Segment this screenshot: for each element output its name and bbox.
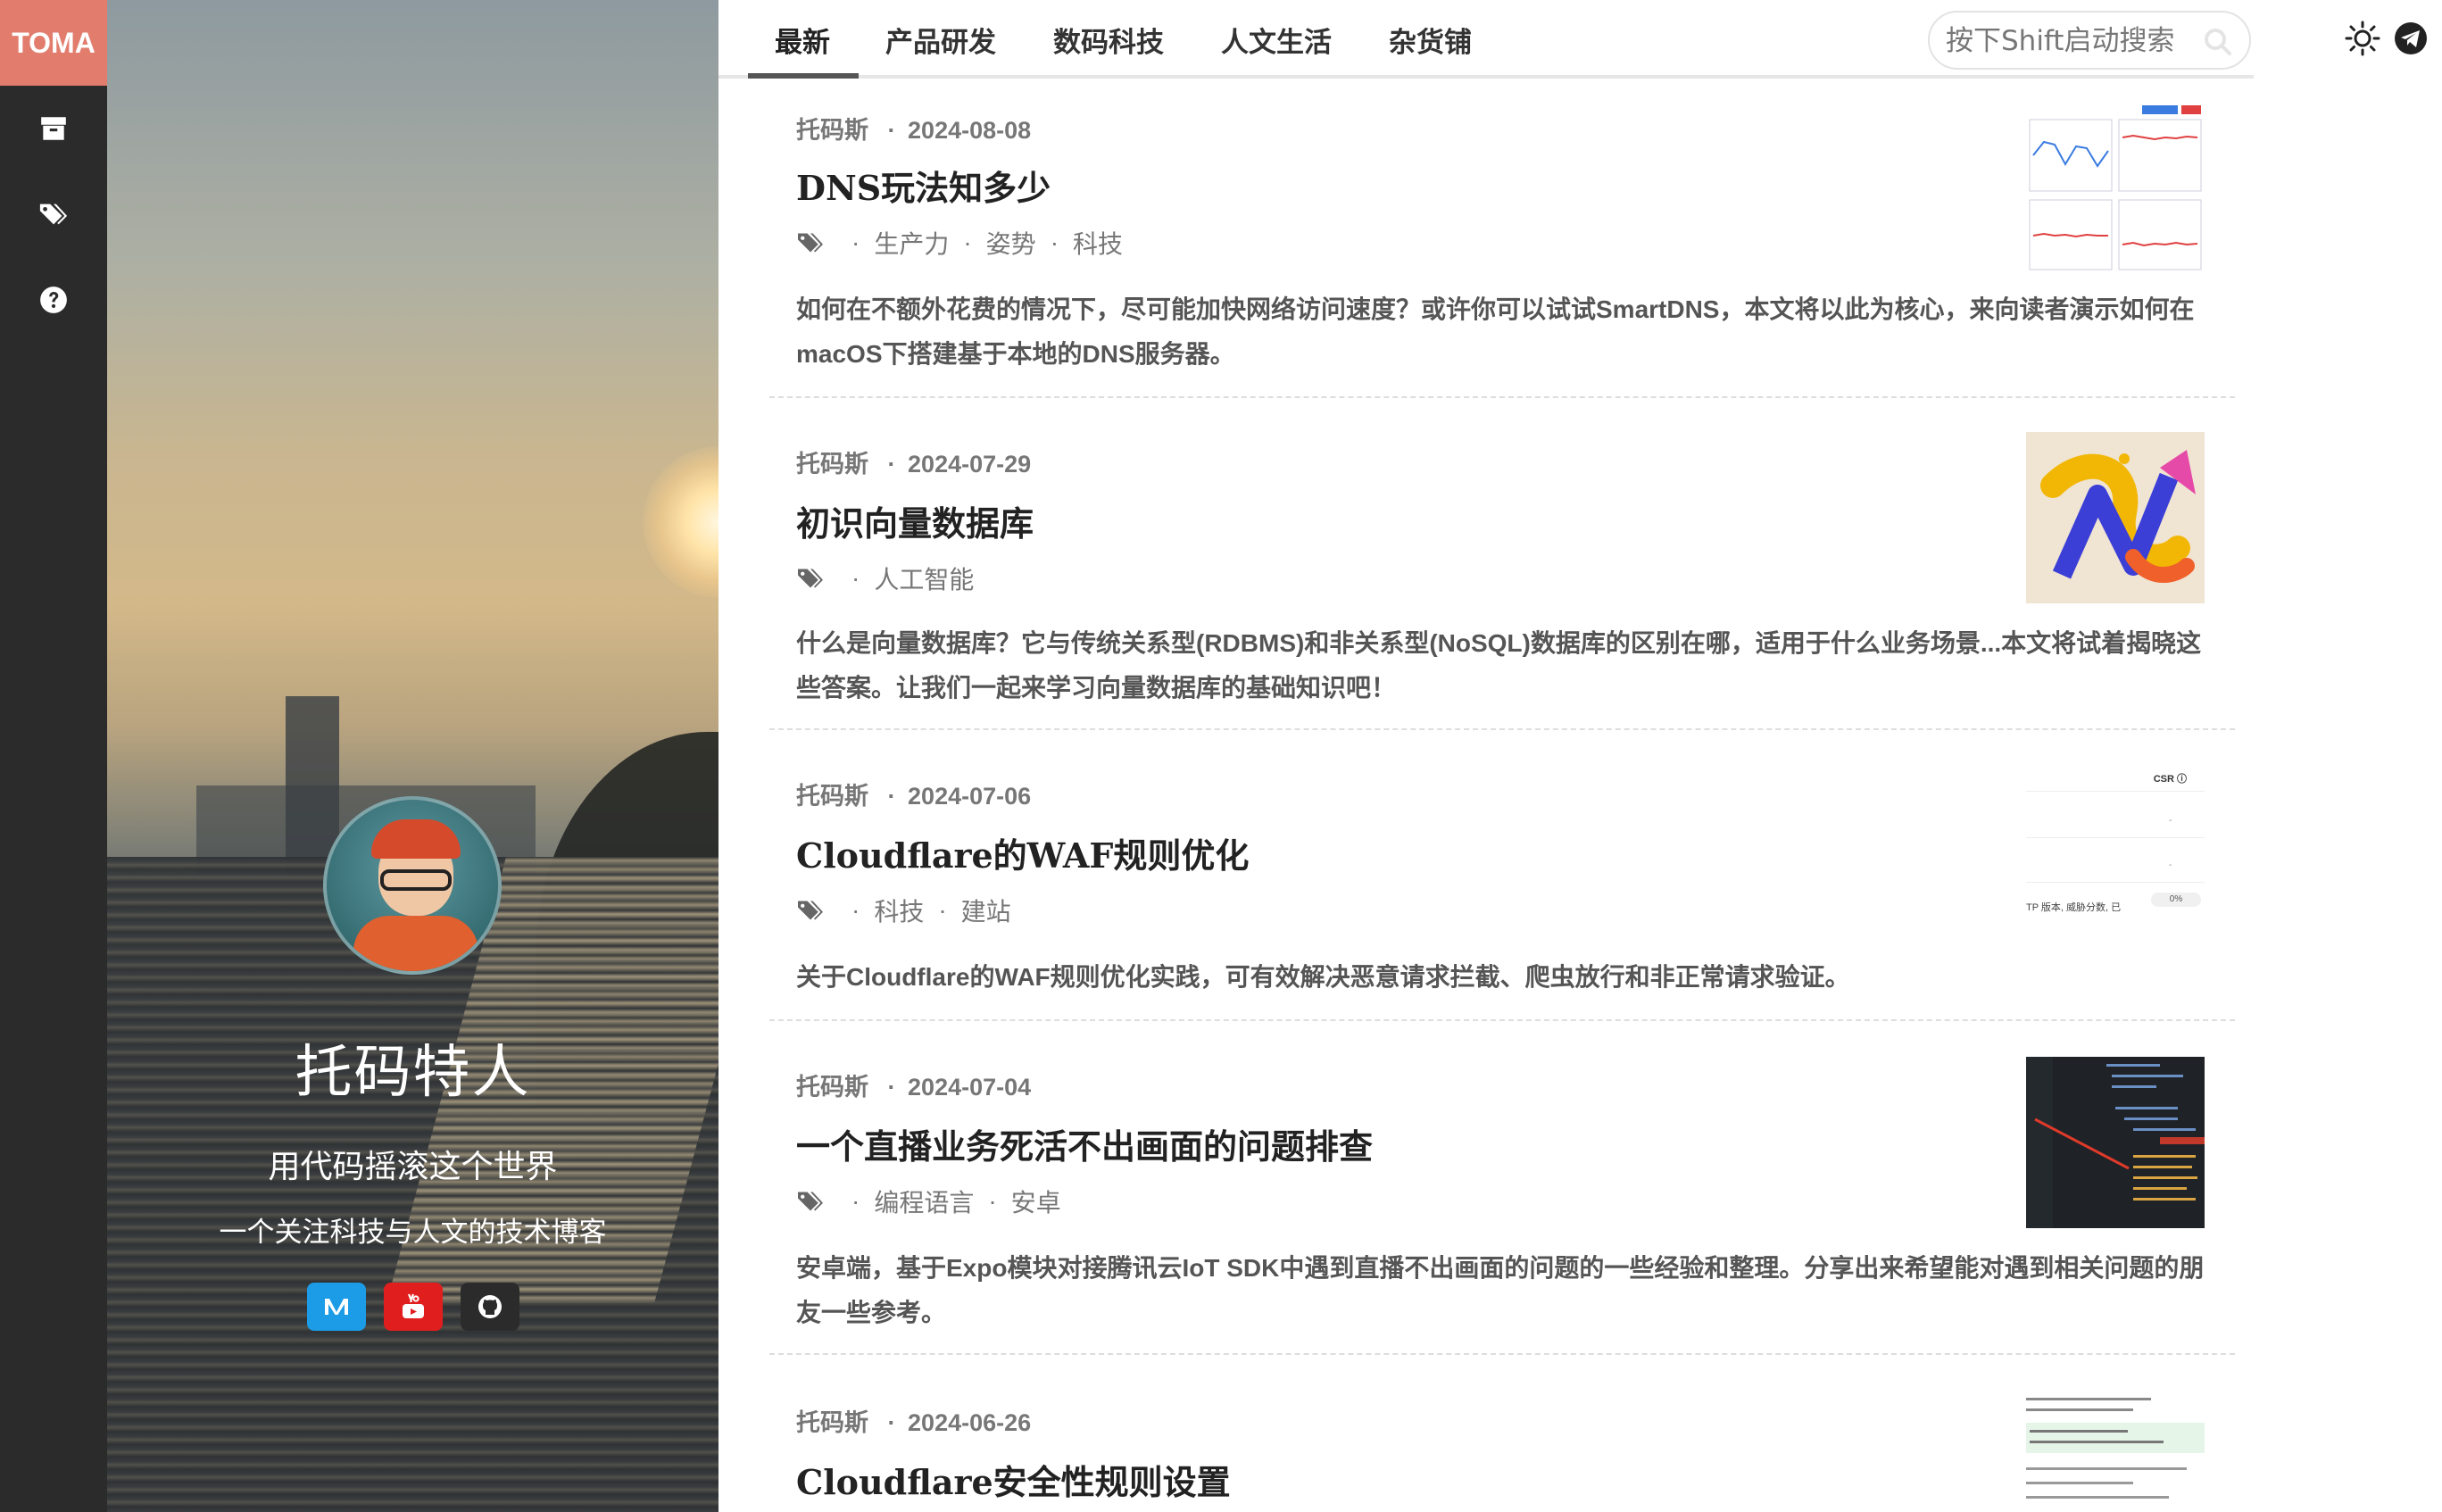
- tag-link[interactable]: 科技: [874, 893, 924, 928]
- post-date: 2024-06-26: [908, 1409, 1032, 1436]
- tab-misc[interactable]: 杂货铺: [1389, 20, 1472, 73]
- youtube-link[interactable]: [384, 1283, 443, 1331]
- post-tags: · 科技 · 建站: [796, 893, 1011, 928]
- search-input[interactable]: [1946, 21, 2196, 61]
- post-tags: · 人工智能: [796, 561, 974, 596]
- chart-screenshot-thumbnail: [2026, 102, 2205, 273]
- medium-link[interactable]: [307, 1283, 366, 1331]
- post-author[interactable]: 托码斯: [796, 783, 868, 810]
- post-card: 托码斯 · 2024-08-08 DNS玩法知多少 · 生产力 · 姿势 · 科…: [769, 86, 2235, 398]
- left-rail: TOMA: [0, 0, 107, 1512]
- code-screenshot-thumbnail: [2026, 1057, 2205, 1228]
- post-excerpt: 安卓端，基于Expo模块对接腾讯云IoT SDK中遇到直播不出画面的问题的一些经…: [796, 1254, 2205, 1326]
- thumbnail-text: TP 版本, 威胁分数, 已: [2026, 902, 2122, 913]
- tag-link[interactable]: 安卓: [1011, 1184, 1061, 1219]
- post-card: 托码斯 · 2024-07-04 一个直播业务死活不出画面的问题排查 · 编程语…: [769, 1021, 2235, 1355]
- post-author[interactable]: 托码斯: [796, 1409, 868, 1436]
- medium-icon: [325, 1299, 348, 1315]
- tab-latest[interactable]: 最新: [775, 20, 830, 73]
- post-date: 2024-07-06: [908, 783, 1032, 810]
- post-author[interactable]: 托码斯: [796, 1074, 868, 1101]
- help-button[interactable]: [0, 257, 107, 343]
- post-thumbnail[interactable]: [2026, 1057, 2205, 1228]
- meta-separator: ·: [887, 1074, 896, 1101]
- post-thumbnail[interactable]: [2026, 432, 2205, 603]
- post-thumbnail[interactable]: [2026, 1392, 2205, 1512]
- help-icon: [40, 287, 67, 313]
- tag-link[interactable]: 科技: [1073, 225, 1123, 261]
- tag-link[interactable]: 姿势: [986, 225, 1036, 261]
- post-card: 托码斯 · 2024-07-29 初识向量数据库 · 人工智能 什么是向量数据库…: [769, 398, 2235, 730]
- post-tags: · 编程语言 · 安卓: [796, 1184, 1061, 1219]
- post-title[interactable]: 一个直播业务死活不出画面的问题排查: [796, 1119, 1373, 1168]
- post-excerpt: 什么是向量数据库？它与传统关系型(RDBMS)和非关系型(NoSQL)数据库的区…: [796, 629, 2202, 702]
- post-excerpt: 如何在不额外花费的情况下，尽可能加快网络访问速度？或许你可以试试SmartDNS…: [796, 295, 2195, 368]
- post-title[interactable]: Cloudflare安全性规则设置: [796, 1455, 1231, 1504]
- post-card: 托码斯 · 2024-07-06 Cloudflare的WAF规则优化 · 科技…: [769, 730, 2235, 1021]
- thumbnail-text: 0%: [2151, 893, 2201, 907]
- post-author[interactable]: 托码斯: [796, 117, 868, 144]
- post-card: 托码斯 · 2024-06-26 Cloudflare安全性规则设置: [769, 1355, 2235, 1512]
- vector-art-thumbnail: [2026, 432, 2205, 603]
- github-icon: [478, 1295, 502, 1318]
- meta-separator: ·: [887, 1409, 896, 1436]
- post-date: 2024-07-29: [908, 451, 1032, 478]
- archive-button[interactable]: [0, 86, 107, 171]
- tag-icon: [798, 233, 823, 253]
- tag-link[interactable]: 编程语言: [874, 1184, 974, 1219]
- post-excerpt: 关于Cloudflare的WAF规则优化实践，可有效解决恶意请求拦截、爬虫放行和…: [796, 963, 1850, 991]
- tab-product-dev[interactable]: 产品研发: [885, 20, 996, 73]
- youtube-icon: [403, 1293, 424, 1318]
- github-link[interactable]: [461, 1283, 519, 1331]
- tag-link[interactable]: 生产力: [874, 225, 949, 261]
- profile-description: 一个关注科技与人文的技术博客: [219, 1217, 607, 1249]
- post-title[interactable]: 初识向量数据库: [796, 496, 1034, 545]
- telegram-icon[interactable]: [2392, 20, 2430, 57]
- meta-separator: ·: [887, 451, 896, 478]
- settings-screenshot-thumbnail: [2026, 1392, 2205, 1512]
- profile-tagline: 用代码摇滚这个世界: [268, 1149, 558, 1185]
- post-title[interactable]: Cloudflare的WAF规则优化: [796, 828, 1249, 877]
- post-date: 2024-07-04: [908, 1074, 1032, 1101]
- post-date: 2024-08-08: [908, 117, 1032, 144]
- meta-separator: ·: [887, 117, 896, 144]
- tag-icon: [798, 569, 823, 588]
- post-author[interactable]: 托码斯: [796, 451, 868, 478]
- tag-icon: [798, 901, 823, 920]
- post-thumbnail[interactable]: [2026, 102, 2205, 273]
- sunset-sun: [643, 446, 718, 598]
- profile-name: 托码特人: [295, 1040, 531, 1106]
- theme-toggle-icon[interactable]: [2344, 20, 2381, 57]
- search-icon[interactable]: [2203, 27, 2233, 57]
- post-thumbnail[interactable]: CSR ⓘ - - 0% TP 版本, 威胁分数, 已: [2026, 766, 2205, 937]
- tags-button[interactable]: [0, 171, 107, 257]
- tab-digital-tech[interactable]: 数码科技: [1053, 20, 1164, 73]
- thumbnail-text: CSR ⓘ: [2153, 774, 2187, 785]
- meta-separator: ·: [887, 783, 896, 810]
- tags-icon: [39, 204, 68, 225]
- post-title[interactable]: DNS玩法知多少: [796, 161, 1051, 210]
- avatar[interactable]: [323, 796, 502, 975]
- tab-humanities[interactable]: 人文生活: [1221, 20, 1332, 73]
- active-tab-indicator: [748, 73, 859, 79]
- tag-link[interactable]: 人工智能: [874, 561, 974, 596]
- tag-link[interactable]: 建站: [961, 893, 1011, 928]
- post-tags: · 生产力 · 姿势 · 科技: [796, 225, 1123, 261]
- archive-icon: [41, 117, 66, 140]
- search-box[interactable]: [1928, 11, 2251, 70]
- tag-icon: [798, 1192, 823, 1211]
- brand-logo[interactable]: TOMA: [0, 0, 107, 86]
